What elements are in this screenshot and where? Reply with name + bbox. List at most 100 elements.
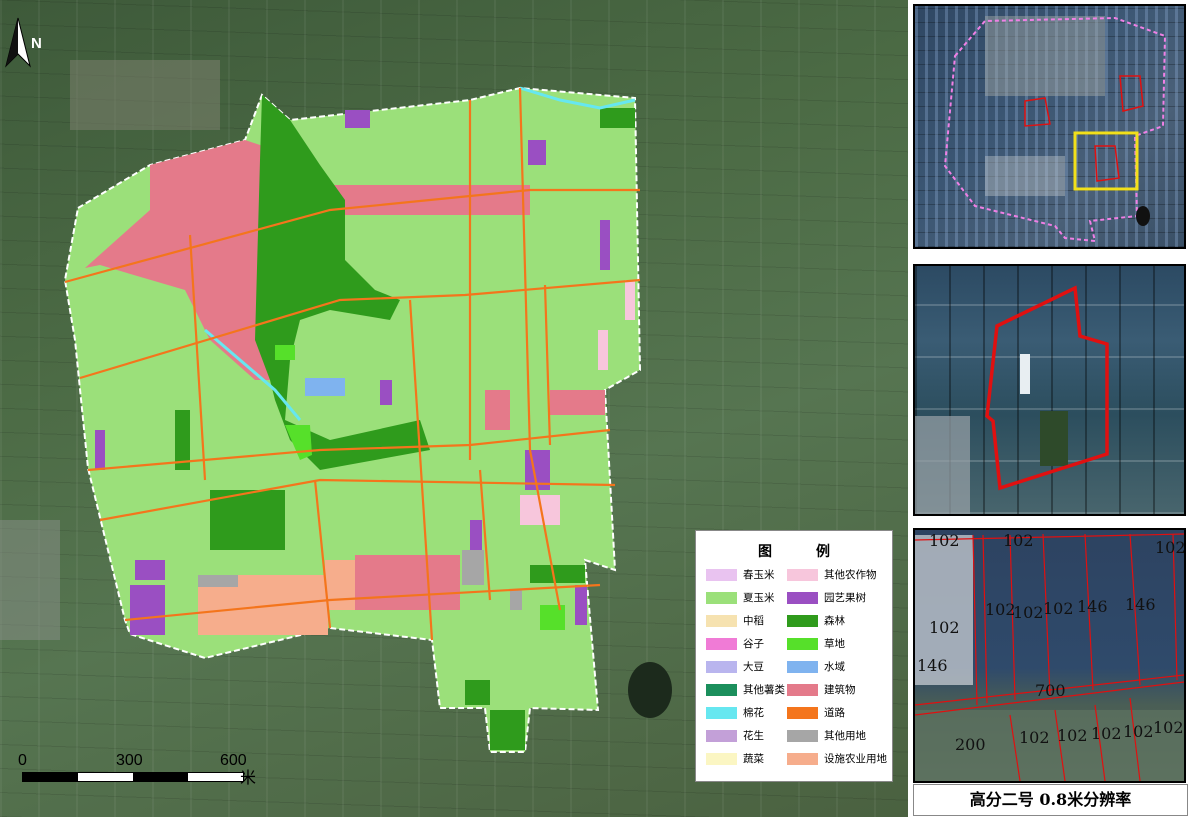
legend-label: 其他薯类 — [743, 684, 785, 696]
legend-title: 图例 — [758, 544, 830, 560]
scale-bar — [22, 772, 244, 782]
parcel-code: 102 — [929, 531, 960, 550]
legend-swatch — [706, 753, 737, 765]
grass-2 — [275, 345, 295, 360]
other-land-1 — [462, 550, 484, 585]
building-block-south — [355, 555, 460, 610]
scale-unit: 米 — [240, 770, 257, 787]
legend-swatch — [706, 569, 737, 581]
legend-label: 水域 — [824, 661, 845, 673]
zoom-extent-box — [1073, 131, 1139, 191]
legend-label: 其他用地 — [824, 730, 866, 742]
parcel-code: 102 — [1153, 718, 1184, 737]
legend-swatch — [787, 592, 818, 604]
parcel-outline-2 — [1119, 75, 1144, 112]
orchard-6 — [135, 560, 165, 580]
legend-swatch — [787, 730, 818, 742]
legend-label: 大豆 — [743, 661, 764, 673]
scale-segment — [133, 773, 188, 781]
legend-swatch — [706, 707, 737, 719]
parcel-outline-3 — [1094, 145, 1120, 182]
parcel-code: 700 — [1035, 681, 1066, 700]
building-block-mid — [485, 390, 510, 430]
parcel-code: 102 — [1003, 531, 1034, 550]
water-body — [305, 378, 345, 396]
scale-label-300: 300 — [116, 752, 143, 769]
overview-map — [943, 16, 1167, 243]
factory-area — [0, 520, 60, 640]
parcel-code: 146 — [1125, 595, 1156, 614]
legend-swatch — [787, 707, 818, 719]
orchard-1 — [130, 585, 165, 635]
other-land-3 — [510, 590, 522, 610]
parcel-code: 146 — [1077, 597, 1108, 616]
legend-label: 道路 — [824, 707, 845, 719]
forest-ne — [600, 108, 635, 128]
other-crop-2 — [598, 330, 608, 370]
legend-label: 其他农作物 — [824, 569, 877, 581]
legend-swatch — [706, 615, 737, 627]
scale-segment — [23, 773, 78, 781]
orchard-8 — [95, 430, 105, 470]
zoom-map — [915, 285, 1109, 514]
pond-overview — [1136, 206, 1150, 226]
pond — [628, 662, 672, 718]
legend-swatch — [706, 661, 737, 673]
grass-1 — [540, 605, 565, 630]
orchard-4 — [345, 110, 370, 128]
parcel-code: 102 — [1155, 538, 1186, 557]
parcel-code: 102 — [1043, 599, 1074, 618]
parcel-code: 102 — [1013, 603, 1044, 622]
legend-swatch — [787, 638, 818, 650]
orchard-7 — [470, 520, 482, 550]
legend-swatch — [787, 661, 818, 673]
legend-label: 设施农业用地 — [824, 753, 887, 765]
scale-label-0: 0 — [18, 752, 27, 769]
parcel-code: 102 — [1123, 722, 1154, 741]
village-area — [70, 60, 220, 130]
legend-swatch — [787, 569, 818, 581]
legend-label: 蔬菜 — [743, 753, 764, 765]
legend-label: 棉花 — [743, 707, 764, 719]
overview-panel[interactable] — [913, 4, 1186, 249]
greenhouse-strip — [1020, 354, 1030, 394]
legend-label: 谷子 — [743, 638, 764, 650]
building-block-east — [550, 390, 605, 415]
forest-se — [530, 565, 585, 583]
legend-label: 中稻 — [743, 615, 764, 627]
main-map[interactable]: N 0 300 600 米 图例 春玉米 其他农作物 夏玉米 园艺果树 中稻 森林 谷子 草地… — [0, 0, 908, 817]
parcel-outline-1 — [1024, 97, 1051, 127]
tree-cluster — [1040, 411, 1068, 466]
other-land-2 — [198, 575, 238, 587]
facility-overview — [985, 156, 1065, 196]
facility-agriculture-2 — [325, 560, 355, 610]
other-crop-3 — [625, 280, 635, 320]
forest-small — [465, 680, 490, 705]
parcel-code: 102 — [985, 600, 1016, 619]
legend-swatch — [787, 615, 818, 627]
legend-label: 草地 — [824, 638, 845, 650]
legend: 图例 春玉米 其他农作物 夏玉米 园艺果树 中稻 森林 谷子 草地 大豆 水域 其他薯类 建筑物 棉花 道… — [695, 530, 893, 782]
north-label: N — [31, 35, 42, 52]
legend-swatch — [706, 730, 737, 742]
legend-label: 花生 — [743, 730, 764, 742]
orchard-3 — [575, 585, 587, 625]
village-overview — [985, 16, 1105, 96]
parcel-code: 102 — [1019, 728, 1050, 747]
legend-swatch — [706, 684, 737, 696]
parcel-code: 146 — [917, 656, 948, 675]
legend-label: 园艺果树 — [824, 592, 866, 604]
greenhouse-area — [915, 416, 970, 514]
legend-swatch — [787, 684, 818, 696]
parcel-code: 102 — [1091, 724, 1122, 743]
legend-swatch — [706, 638, 737, 650]
forest-tail — [490, 710, 525, 750]
orchard-5 — [528, 140, 546, 165]
legend-swatch — [787, 753, 818, 765]
zoom-panel[interactable] — [913, 264, 1186, 516]
parcel-code: 102 — [1057, 726, 1088, 745]
legend-label: 森林 — [824, 615, 845, 627]
code-panel[interactable]: 102 102 102 102 102 102 146 146 102 146 … — [913, 528, 1186, 783]
legend-label: 夏玉米 — [743, 592, 775, 604]
resolution-caption: 高分二号 0.8米分辨率 — [913, 784, 1188, 816]
